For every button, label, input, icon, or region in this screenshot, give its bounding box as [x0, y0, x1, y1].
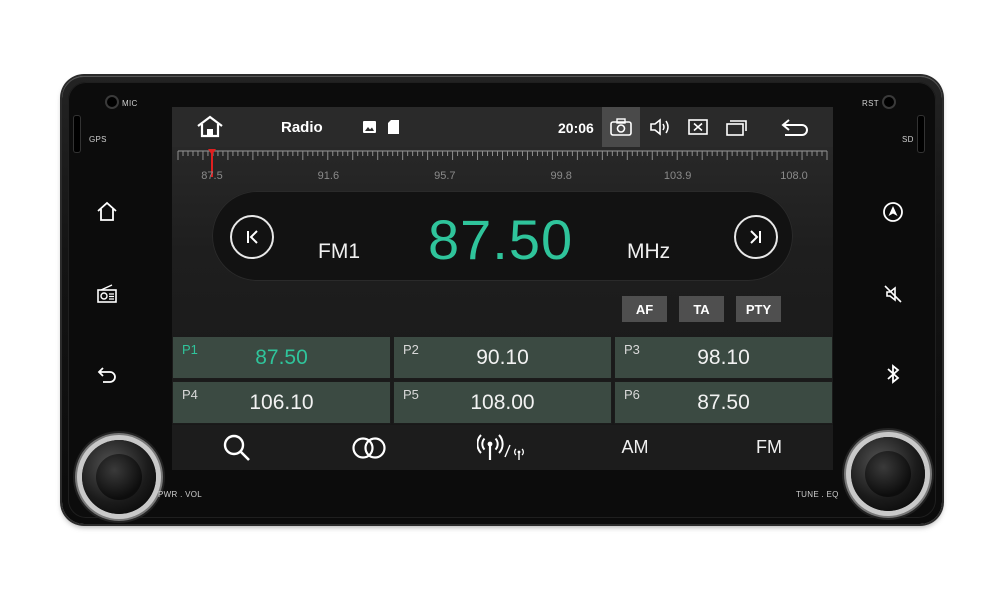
bottom-toolbar: AM FM	[172, 425, 833, 470]
preset-p1[interactable]: P1 87.50	[172, 336, 391, 379]
scale-label: 103.9	[663, 170, 692, 182]
preset-value: 108.00	[470, 391, 535, 414]
preset-grid: P1 87.50 P2 90.10 P3 98.10 P4 106.10 P5 …	[172, 336, 833, 424]
app-title: Radio	[281, 119, 323, 136]
gps-slot	[74, 116, 80, 152]
screenshot-icon	[610, 118, 632, 136]
clock: 20:06	[558, 120, 594, 136]
power-volume-knob[interactable]	[82, 440, 156, 514]
sd-card-icon	[388, 120, 399, 134]
screenshot-button[interactable]	[602, 107, 640, 147]
back-icon[interactable]	[780, 117, 810, 137]
tuning-needle-head	[208, 149, 216, 155]
af-button[interactable]: AF	[622, 296, 667, 322]
preset-p6[interactable]: P6 87.50	[614, 381, 833, 424]
mic-hole	[107, 97, 117, 107]
scale-label: 91.6	[317, 170, 340, 182]
radio-screen: Radio 20:06 87.5 91.6 95.7 99.8 103.9 108.0 F…	[172, 107, 833, 470]
preset-value: 98.10	[697, 346, 750, 369]
preset-value: 90.10	[476, 346, 529, 369]
hw-mute-button[interactable]	[875, 276, 911, 312]
status-bar: Radio 20:06	[172, 107, 833, 147]
hw-home-button[interactable]	[89, 194, 125, 230]
sd-slot[interactable]	[918, 116, 924, 152]
tune-eq-knob[interactable]	[851, 437, 925, 511]
navigation-icon	[883, 202, 903, 222]
band-label: FM1	[318, 240, 360, 263]
skip-previous-icon	[247, 230, 258, 244]
stereo-button[interactable]	[344, 425, 394, 470]
scale-label: 108.0	[780, 170, 808, 182]
am-button[interactable]: AM	[610, 425, 660, 470]
recent-apps-icon[interactable]	[725, 117, 749, 137]
preset-value: 87.50	[255, 346, 308, 369]
tuning-scale[interactable]	[172, 147, 833, 179]
pty-button[interactable]: PTY	[736, 296, 781, 322]
broadcast-icon	[477, 433, 524, 460]
image-icon	[363, 121, 376, 133]
seek-prev-button[interactable]	[230, 215, 274, 259]
search-icon	[223, 434, 250, 461]
radio-icon	[97, 284, 117, 303]
hw-back-button[interactable]	[89, 356, 125, 392]
preset-p3[interactable]: P3 98.10	[614, 336, 833, 379]
pwr-vol-label: PWR . VOL	[158, 490, 203, 499]
hw-bluetooth-button[interactable]	[875, 356, 911, 392]
reset-hole[interactable]	[884, 97, 894, 107]
frequency-unit: MHz	[627, 240, 671, 263]
preset-p5[interactable]: P5 108.00	[393, 381, 612, 424]
preset-value: 87.50	[697, 391, 750, 414]
hw-radio-button[interactable]	[89, 276, 125, 312]
mute-icon	[884, 285, 902, 303]
search-button[interactable]	[212, 425, 262, 470]
stereo-icon	[352, 436, 386, 459]
back-icon	[97, 367, 116, 383]
mic-label: MIC	[122, 99, 138, 108]
volume-icon[interactable]	[648, 117, 672, 137]
preset-p4[interactable]: P4 106.10	[172, 381, 391, 424]
broadcast-button[interactable]	[472, 425, 532, 470]
close-icon[interactable]	[686, 117, 710, 137]
preset-value: 106.10	[249, 391, 314, 414]
sd-label: SD	[902, 135, 914, 144]
gps-label: GPS	[89, 135, 107, 144]
scale-label: 87.5	[201, 170, 223, 182]
rst-label: RST	[862, 99, 879, 108]
current-frequency: 87.50	[428, 208, 574, 271]
hw-navigation-button[interactable]	[875, 194, 911, 230]
preset-p2[interactable]: P2 90.10	[393, 336, 612, 379]
scale-label: 99.8	[550, 170, 572, 182]
skip-next-icon	[750, 230, 761, 244]
home-icon	[97, 201, 117, 221]
tune-eq-label: TUNE . EQ	[796, 490, 839, 499]
home-icon[interactable]	[196, 115, 224, 139]
scale-label: 95.7	[434, 170, 456, 182]
ta-button[interactable]: TA	[679, 296, 724, 322]
bluetooth-icon	[887, 364, 900, 384]
seek-next-button[interactable]	[734, 215, 778, 259]
fm-button[interactable]: FM	[744, 425, 794, 470]
